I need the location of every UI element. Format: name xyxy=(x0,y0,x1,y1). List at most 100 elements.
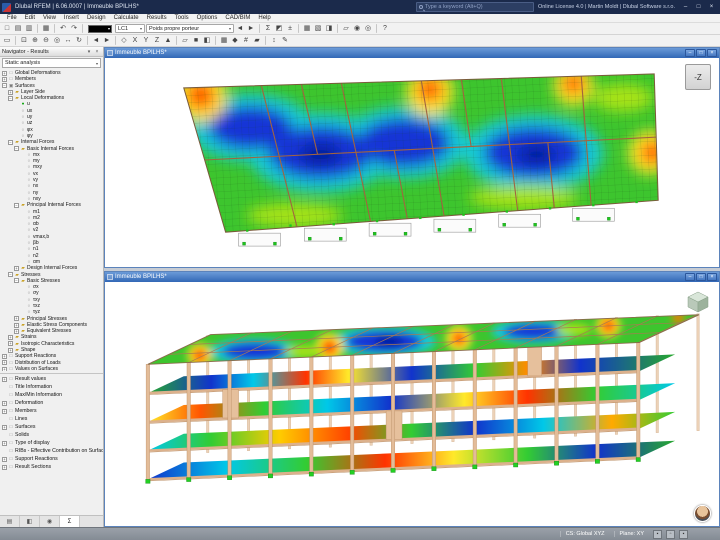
option-expand-toggle[interactable] xyxy=(2,393,7,398)
menu-item[interactable]: File xyxy=(3,14,21,23)
load-case-selector[interactable]: LC1 ▾ xyxy=(115,24,145,33)
user-defined-visibility-icon[interactable]: ◎ xyxy=(363,24,373,34)
option-max-min-information[interactable]: □ Max/Min Information xyxy=(0,391,103,399)
option-type-of-display[interactable]: + □ Type of display xyxy=(0,439,103,447)
tree-expand-toggle[interactable]: + xyxy=(2,366,7,371)
navigator-tab-display[interactable]: ◧ xyxy=(20,516,40,527)
toolbar-icon[interactable] xyxy=(215,36,216,45)
tree-expand-toggle[interactable]: − xyxy=(14,146,19,152)
navigation-cube-3d[interactable] xyxy=(685,288,711,314)
toolbar-icon[interactable] xyxy=(54,24,55,33)
option-solids[interactable]: □ Solids xyxy=(0,431,103,439)
3d-view-canvas[interactable] xyxy=(105,282,719,526)
option-ribs[interactable]: □RIBs - Effective Contribution on Surfac… xyxy=(0,447,103,455)
option-result-values[interactable]: + □ Result values xyxy=(0,375,103,383)
toolbar-icon[interactable] xyxy=(298,24,299,33)
section-icon[interactable]: ▱ xyxy=(341,24,351,34)
option-result-sections[interactable]: + □ Result Sections xyxy=(0,463,103,471)
tree-expand-toggle[interactable]: + xyxy=(2,354,7,359)
zoom-window-icon[interactable]: ⊡ xyxy=(19,36,29,46)
option-surfaces[interactable]: + □ Surfaces xyxy=(0,423,103,431)
option-expand-toggle[interactable]: + xyxy=(2,400,7,406)
tree-expand-toggle[interactable] xyxy=(20,171,25,176)
help-icon[interactable]: ? xyxy=(380,24,390,34)
option-expand-toggle[interactable]: + xyxy=(2,424,7,430)
minimize-button[interactable]: – xyxy=(679,1,692,13)
tree-expand-toggle[interactable]: + xyxy=(14,322,19,328)
tree-expand-toggle[interactable] xyxy=(20,260,25,265)
option-expand-toggle[interactable] xyxy=(2,433,7,438)
tree-expand-toggle[interactable]: − xyxy=(14,202,19,208)
option-checkbox-icon[interactable]: □ xyxy=(8,375,14,383)
tree-expand-toggle[interactable]: + xyxy=(2,76,7,82)
tree-expand-toggle[interactable]: + xyxy=(8,341,13,347)
zoom-all-icon[interactable]: ◎ xyxy=(52,36,62,46)
menu-item[interactable]: Calculate xyxy=(110,14,143,23)
tree-expand-toggle[interactable]: − xyxy=(8,95,13,101)
redo-icon[interactable]: ↷ xyxy=(69,24,79,34)
tree-expand-toggle[interactable] xyxy=(20,291,25,296)
viewport-close-button[interactable]: × xyxy=(707,49,717,57)
option-expand-toggle[interactable]: + xyxy=(2,376,7,382)
snap-status-toggle[interactable]: ▪ xyxy=(653,529,662,539)
menu-item[interactable]: Tools xyxy=(171,14,193,23)
menu-item[interactable]: CAD/BIM xyxy=(221,14,254,23)
next-load-case-icon[interactable]: ► xyxy=(246,24,256,34)
option-checkbox-icon[interactable]: □ xyxy=(8,407,14,415)
option-expand-toggle[interactable]: + xyxy=(2,440,7,446)
undo-icon[interactable]: ↶ xyxy=(58,24,68,34)
isometric-view-icon[interactable]: ◇ xyxy=(119,36,129,46)
viewport-minimize-button[interactable]: – xyxy=(685,273,695,281)
tree-expand-toggle[interactable]: + xyxy=(8,89,13,95)
toolbar-icon[interactable] xyxy=(337,24,338,33)
view-in-x-icon[interactable]: X xyxy=(130,36,140,46)
printout-report-icon[interactable]: ▧ xyxy=(313,24,323,34)
tree-expand-toggle[interactable] xyxy=(20,197,25,202)
toolbar-icon[interactable] xyxy=(376,24,377,33)
menu-item[interactable]: Results xyxy=(143,14,171,23)
option-expand-toggle[interactable]: + xyxy=(2,408,7,414)
toolbar-icon[interactable] xyxy=(82,24,83,33)
option-checkbox-icon[interactable]: □ xyxy=(8,391,14,399)
select-icon[interactable]: ▭ xyxy=(2,36,12,46)
viewport-3d-title-bar[interactable]: Immeuble BPILHS* – □ × xyxy=(105,272,719,282)
option-title-information[interactable]: □ Title Information xyxy=(0,383,103,391)
tree-expand-toggle[interactable] xyxy=(20,165,25,170)
tree-expand-toggle[interactable]: + xyxy=(14,316,19,322)
tree-expand-toggle[interactable]: + xyxy=(14,328,19,334)
option-expand-toggle[interactable]: + xyxy=(2,464,7,470)
navigator-tab-views[interactable]: ◉ xyxy=(40,516,60,527)
viewport-plan-title-bar[interactable]: Immeuble BPILHS* – □ × xyxy=(105,48,719,58)
option-expand-toggle[interactable] xyxy=(2,449,7,454)
keyword-search-box[interactable] xyxy=(415,2,534,12)
menu-item[interactable]: Insert xyxy=(60,14,83,23)
new-model-icon[interactable]: □ xyxy=(2,24,12,34)
tree-expand-toggle[interactable]: − xyxy=(8,272,13,278)
option-checkbox-icon[interactable]: □ xyxy=(8,447,14,455)
tree-expand-toggle[interactable] xyxy=(20,247,25,252)
toolbar-icon[interactable] xyxy=(259,24,260,33)
orbit-icon[interactable]: ↻ xyxy=(74,36,84,46)
building-3d-model[interactable] xyxy=(105,282,719,526)
close-button[interactable]: × xyxy=(705,1,718,13)
result-values-icon[interactable]: ± xyxy=(285,24,295,34)
tree-item-values-on-surfaces[interactable]: + □ Values on Surfaces xyxy=(0,366,103,371)
tree-expand-toggle[interactable]: − xyxy=(14,278,19,284)
viewport-restore-button[interactable]: □ xyxy=(696,49,706,57)
toolbar-icon[interactable] xyxy=(115,36,116,45)
tree-expand-toggle[interactable] xyxy=(20,297,25,302)
tables-icon[interactable]: ▦ xyxy=(302,24,312,34)
tree-expand-toggle[interactable]: + xyxy=(14,265,19,271)
tree-expand-toggle[interactable] xyxy=(20,153,25,158)
option-support-reactions[interactable]: + □ Support Reactions xyxy=(0,455,103,463)
grid-icon[interactable]: ▦ xyxy=(219,36,229,46)
tree-expand-toggle[interactable] xyxy=(20,209,25,214)
menu-item[interactable]: Options xyxy=(193,14,222,23)
toolbar-icon[interactable] xyxy=(87,36,88,45)
tree-expand-toggle[interactable] xyxy=(20,222,25,227)
option-members[interactable]: + □ Members xyxy=(0,407,103,415)
option-expand-toggle[interactable] xyxy=(2,417,7,422)
option-checkbox-icon[interactable]: □ xyxy=(8,431,14,439)
option-checkbox-icon[interactable]: □ xyxy=(8,463,14,471)
toolbar-icon[interactable] xyxy=(265,36,266,45)
